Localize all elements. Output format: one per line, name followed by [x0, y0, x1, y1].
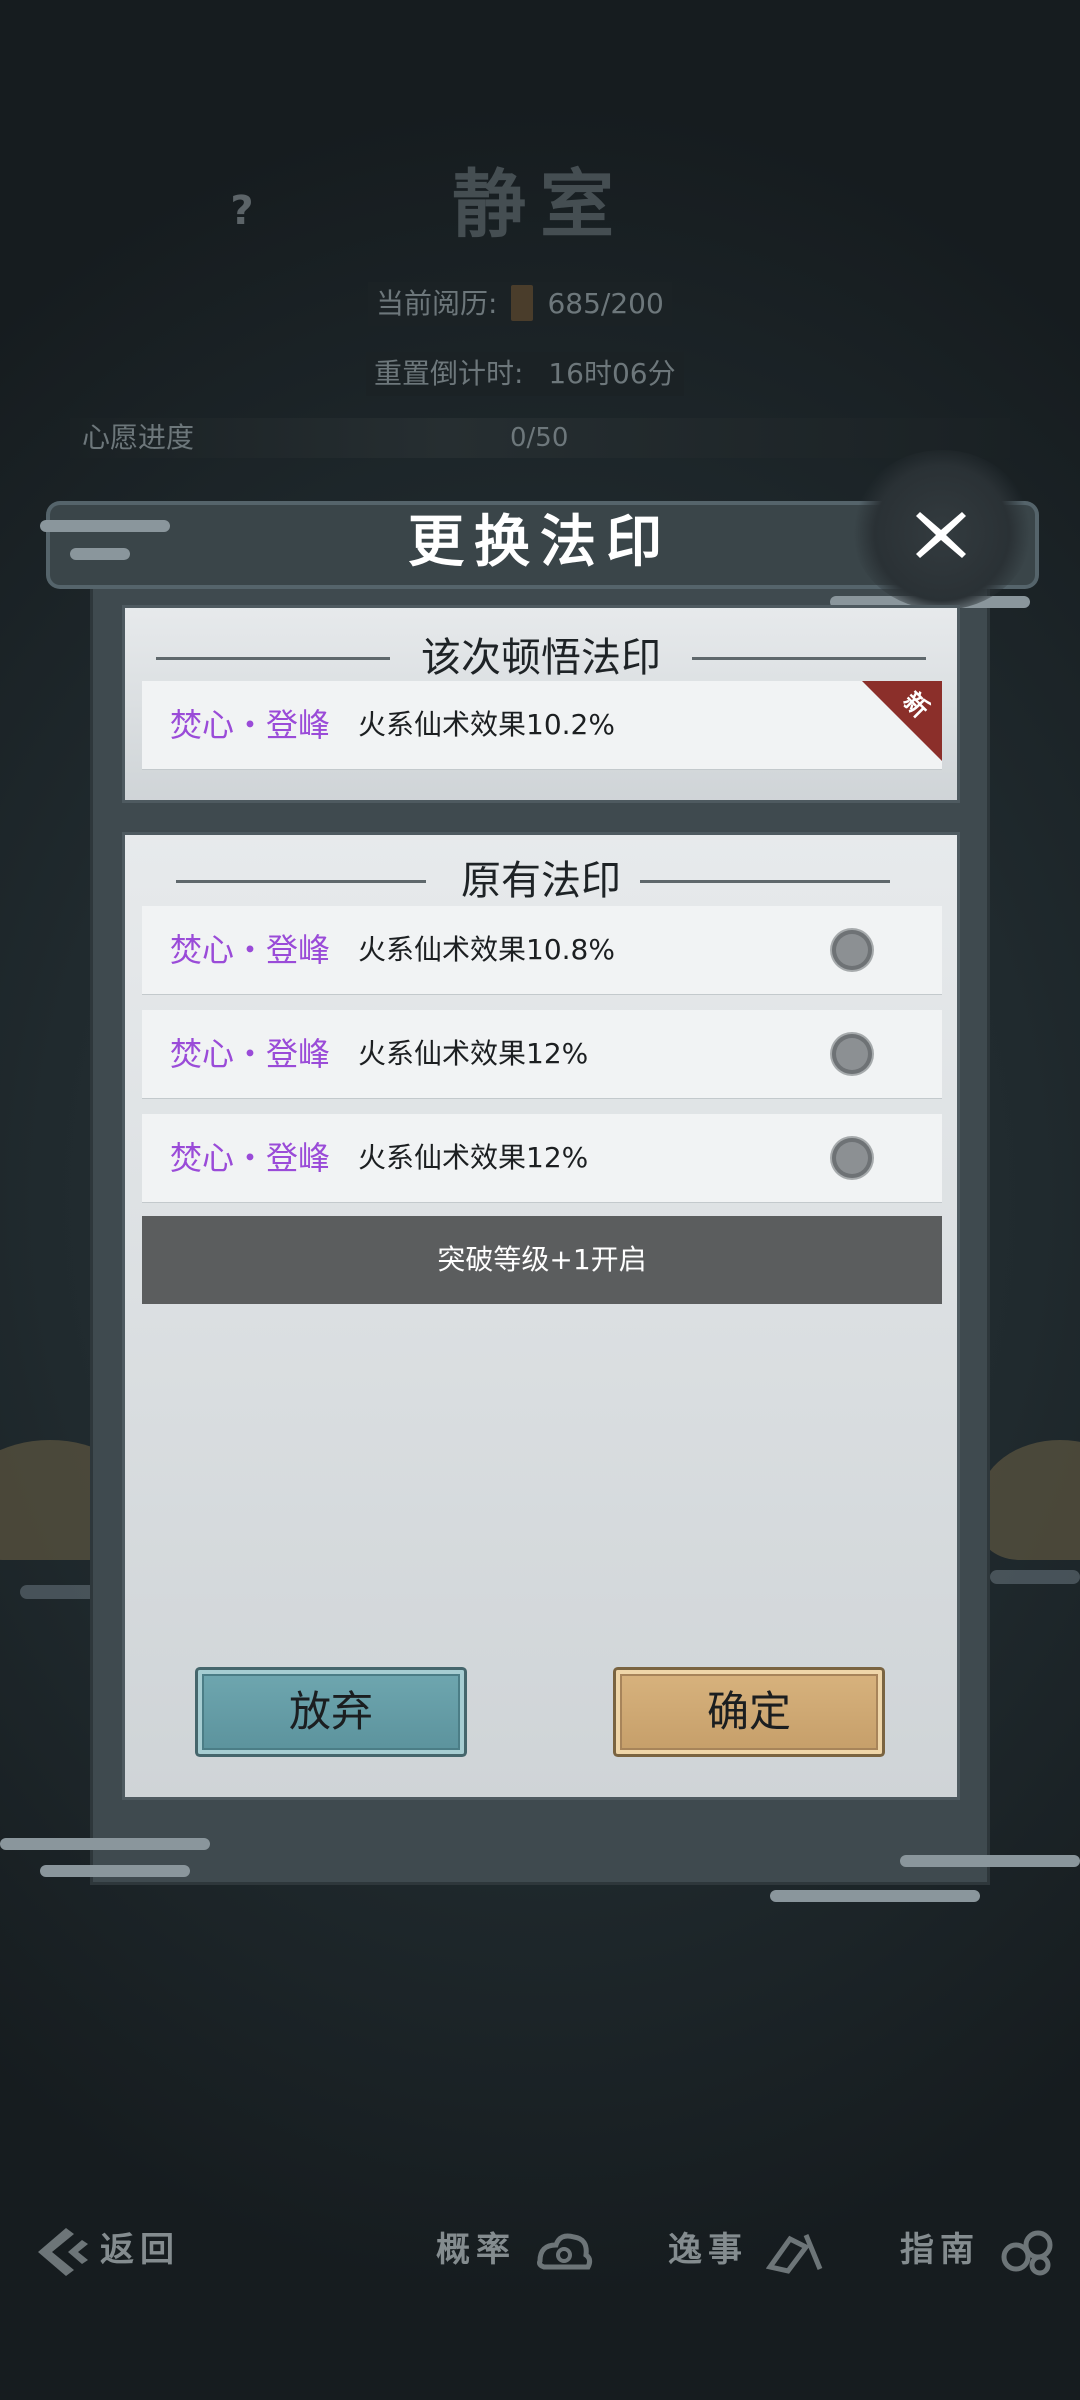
experience-label: 当前阅历: [376, 287, 498, 320]
seal-effect: 火系仙术效果10.2% [358, 708, 615, 741]
reset-row: 重置倒计时: 16时06分 [366, 352, 684, 396]
ribbon-decoration [770, 1890, 980, 1902]
ribbon-decoration [40, 520, 170, 532]
existing-seals-section-title: 原有法印 [461, 858, 621, 904]
divider [156, 657, 390, 660]
divider [176, 880, 426, 883]
ribbon-decoration [0, 1838, 210, 1850]
reset-label: 重置倒计时: [374, 357, 524, 390]
cloud-icon [536, 2233, 592, 2270]
back-arrow-icon [38, 2228, 88, 2276]
bg-decoration [990, 1570, 1080, 1584]
ribbon-decoration [40, 1865, 190, 1877]
seal-radio[interactable] [832, 1138, 872, 1178]
book-quill-icon [765, 2234, 823, 2274]
seal-name: 焚心・登峰 [170, 931, 331, 969]
existing-seals-panel: 原有法印 焚心・登峰 火系仙术效果10.8% 焚心・登峰 火系仙术效果12% 焚… [122, 832, 960, 1800]
ribbon-decoration [70, 548, 130, 560]
swirl-cloud-icon [1001, 2230, 1053, 2276]
wish-label: 心愿进度 [82, 421, 195, 454]
existing-seal-row[interactable]: 焚心・登峰 火系仙术效果10.8% [142, 906, 942, 994]
nav-anecdotes-label: 逸事 [668, 2230, 748, 2270]
nav-probability[interactable]: 概率 [436, 2210, 594, 2290]
back-label: 返回 [100, 2230, 180, 2270]
confirm-button[interactable]: 确定 [616, 1670, 882, 1754]
seal-effect: 火系仙术效果12% [358, 1037, 589, 1070]
seal-radio[interactable] [832, 1034, 872, 1074]
nav-probability-label: 概率 [436, 2230, 516, 2270]
seal-effect: 火系仙术效果12% [358, 1141, 589, 1174]
close-button[interactable] [900, 494, 982, 576]
seal-name: 焚心・登峰 [170, 1035, 331, 1073]
dialog-title: 更换法印 [408, 509, 672, 575]
help-button[interactable]: ? [222, 188, 262, 238]
close-icon [916, 512, 966, 558]
experience-row: 当前阅历: 685/200 [368, 282, 672, 326]
divider [640, 880, 890, 883]
new-seal-row: 焚心・登峰 火系仙术效果10.2% 新 [142, 681, 942, 769]
seal-name: 焚心・登峰 [170, 706, 331, 744]
nav-guide[interactable]: 指南 [900, 2210, 1058, 2290]
seal-radio[interactable] [832, 930, 872, 970]
room-title: 静室 [452, 162, 628, 248]
ribbon-decoration [900, 1855, 1080, 1867]
bottom-nav: 返回 概率 逸事 指南 [0, 2210, 1080, 2290]
seal-effect: 火系仙术效果10.8% [358, 933, 615, 966]
bg-decoration [980, 1440, 1080, 1560]
wish-value: 0/50 [510, 423, 569, 453]
reset-value: 16时06分 [548, 357, 676, 390]
locked-seal-slot: 突破等级+1开启 [142, 1216, 942, 1304]
nav-anecdotes[interactable]: 逸事 [668, 2210, 826, 2290]
nav-guide-label: 指南 [900, 2230, 980, 2270]
experience-value: 685/200 [547, 287, 664, 320]
screen: ? 静室 当前阅历: 685/200 重置倒计时: 16时06分 心愿进度 0/5… [0, 0, 1080, 2400]
seal-name: 焚心・登峰 [170, 1139, 331, 1177]
divider [692, 657, 926, 660]
existing-seal-row[interactable]: 焚心・登峰 火系仙术效果12% [142, 1010, 942, 1098]
new-seal-panel: 该次顿悟法印 焚心・登峰 火系仙术效果10.2% 新 [122, 605, 960, 803]
new-badge: 新 [862, 681, 942, 761]
back-button[interactable]: 返回 [30, 2210, 180, 2290]
give-up-button[interactable]: 放弃 [198, 1670, 464, 1754]
scroll-icon [511, 285, 534, 321]
new-seal-section-title: 该次顿悟法印 [421, 635, 661, 681]
existing-seal-row[interactable]: 焚心・登峰 火系仙术效果12% [142, 1114, 942, 1202]
